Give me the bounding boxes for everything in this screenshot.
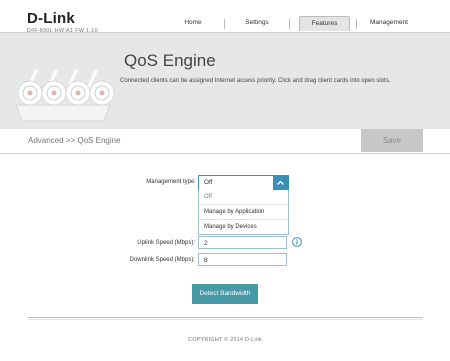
nav-management[interactable]: Management bbox=[361, 16, 417, 30]
nav-divider bbox=[356, 19, 357, 29]
nav-divider bbox=[224, 19, 225, 29]
page-banner: QoS Engine Connected clients can be assi… bbox=[0, 32, 450, 129]
option-manage-by-application[interactable]: Manage by Application bbox=[199, 204, 288, 218]
downlink-speed-input[interactable]: 8 bbox=[198, 253, 287, 266]
option-manage-by-devices[interactable]: Manage by Devices bbox=[199, 219, 288, 233]
breadcrumb[interactable]: Advanced >> QoS Engine bbox=[28, 136, 121, 145]
nav-settings[interactable]: Settings bbox=[229, 16, 285, 30]
router-illustration-icon bbox=[15, 69, 115, 122]
uplink-speed-input[interactable]: 2 bbox=[198, 236, 287, 249]
nav-features[interactable]: Features bbox=[299, 16, 350, 31]
option-off[interactable]: Off bbox=[199, 190, 288, 204]
management-type-value: Off bbox=[204, 179, 213, 186]
management-type-label: Management type: bbox=[146, 179, 196, 185]
chevron-up-icon[interactable] bbox=[273, 176, 288, 190]
breadcrumb-bar: Advanced >> QoS Engine Save bbox=[0, 129, 450, 154]
dlink-logo: D-Link bbox=[27, 10, 75, 27]
save-button[interactable]: Save bbox=[361, 129, 423, 152]
nav-home[interactable]: Home bbox=[165, 16, 221, 30]
management-type-select[interactable]: Off bbox=[198, 175, 289, 191]
page-title: QoS Engine bbox=[124, 51, 216, 70]
page-description: Connected clients can be assigned Intern… bbox=[120, 78, 391, 84]
nav-divider bbox=[289, 19, 290, 29]
footer-divider bbox=[28, 317, 423, 318]
footer-divider bbox=[28, 319, 423, 320]
detect-bandwidth-button[interactable]: Detect Bandwidth bbox=[192, 284, 258, 304]
info-icon[interactable] bbox=[292, 237, 302, 247]
uplink-speed-label: Uplink Speed (Mbps): bbox=[137, 240, 195, 246]
downlink-speed-label: Downlink Speed (Mbps): bbox=[129, 257, 195, 263]
management-type-dropdown: Off Manage by Application Manage by Devi… bbox=[198, 190, 289, 235]
copyright-text: COPYRIGHT © 2014 D-Link bbox=[188, 337, 262, 343]
